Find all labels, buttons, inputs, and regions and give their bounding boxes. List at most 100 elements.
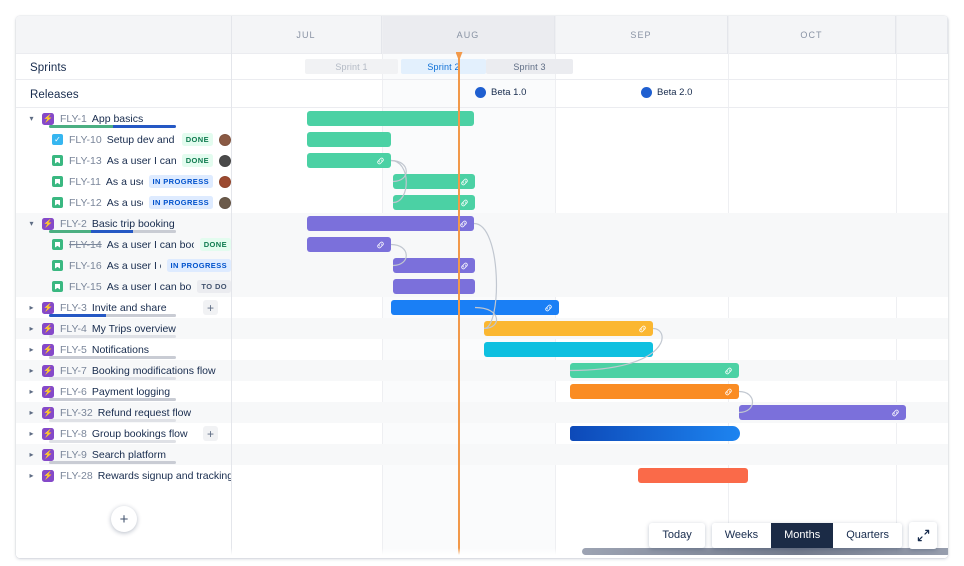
issue-key[interactable]: FLY-7 <box>60 365 87 377</box>
chevron-right-icon[interactable] <box>25 472 38 480</box>
status-badge[interactable]: TO DO <box>197 280 231 293</box>
issue-key[interactable]: FLY-16 <box>69 260 102 272</box>
gantt-bar[interactable] <box>307 153 391 168</box>
issue-key[interactable]: FLY-12 <box>69 197 102 209</box>
issue-summary[interactable]: As a user I c... <box>107 260 161 272</box>
issue-summary[interactable]: Setup dev and ... <box>107 134 176 146</box>
issue-summary[interactable]: Basic trip booking <box>92 218 175 230</box>
today-button[interactable]: Today <box>649 522 705 549</box>
gantt-bar[interactable] <box>393 174 475 189</box>
chevron-right-icon[interactable] <box>25 304 38 312</box>
gantt-bar[interactable] <box>307 111 474 126</box>
issue-summary[interactable]: Notifications <box>92 344 149 356</box>
gantt-bar[interactable] <box>570 384 739 399</box>
gantt-bar[interactable] <box>484 321 653 336</box>
gantt-bar[interactable] <box>484 342 653 357</box>
issue-key[interactable]: FLY-1 <box>60 113 87 125</box>
issue-row[interactable]: FLY-16 As a user I c... IN PROGRESS <box>16 255 231 276</box>
chevron-right-icon[interactable] <box>25 346 38 354</box>
collapse-diagonal-icon[interactable] <box>909 522 937 549</box>
sprint-pill[interactable]: Sprint 2 <box>401 59 486 74</box>
gantt-bar[interactable] <box>307 237 391 252</box>
issue-summary[interactable]: Refund request flow <box>98 407 191 419</box>
chevron-down-icon[interactable] <box>25 115 38 123</box>
avatar[interactable] <box>219 133 231 146</box>
issue-row[interactable]: FLY-11 As a user... IN PROGRESS <box>16 171 231 192</box>
issue-key[interactable]: FLY-28 <box>60 470 93 482</box>
story-type-icon <box>52 197 63 208</box>
gantt-bar[interactable] <box>393 279 475 294</box>
issue-row[interactable]: FLY-13 As a user I can ... DONE <box>16 150 231 171</box>
issue-summary[interactable]: Rewards signup and tracking <box>98 470 231 482</box>
sprint-pill[interactable]: Sprint 1 <box>305 59 398 74</box>
issue-summary[interactable]: Payment logging <box>92 386 170 398</box>
quarters-button[interactable]: Quarters <box>833 522 902 549</box>
status-badge[interactable]: IN PROGRESS <box>148 175 213 188</box>
issue-summary[interactable]: As a use... <box>107 197 143 209</box>
status-badge[interactable]: IN PROGRESS <box>148 196 213 209</box>
chevron-down-icon[interactable] <box>25 220 38 228</box>
issue-key[interactable]: FLY-8 <box>60 428 87 440</box>
issue-summary[interactable]: As a user I can ... <box>107 155 176 167</box>
gantt-bar[interactable] <box>307 132 391 147</box>
gantt-bar[interactable] <box>638 468 748 483</box>
progress-segment <box>106 314 176 317</box>
sprint-pill[interactable]: Sprint 3 <box>486 59 573 74</box>
chevron-right-icon[interactable] <box>25 409 38 417</box>
chevron-right-icon[interactable] <box>25 430 38 438</box>
issue-key[interactable]: FLY-15 <box>69 281 102 293</box>
gantt-bar[interactable] <box>307 216 474 231</box>
issue-key[interactable]: FLY-32 <box>60 407 93 419</box>
progress-segment <box>112 125 176 128</box>
issue-row[interactable]: ✓ FLY-10 Setup dev and ... DONE <box>16 129 231 150</box>
release-marker[interactable]: Beta 1.0 <box>475 87 526 98</box>
weeks-button[interactable]: Weeks <box>711 522 772 549</box>
timeline-row <box>231 255 948 276</box>
issue-row[interactable]: FLY-14 As a user I can book... DONE <box>16 234 231 255</box>
issue-summary[interactable]: Booking modifications flow <box>92 365 216 377</box>
horizontal-scrollbar[interactable] <box>582 548 948 555</box>
issue-row[interactable]: FLY-15 As a user I can boo... TO DO <box>16 276 231 297</box>
issue-key[interactable]: FLY-14 <box>69 239 102 251</box>
status-badge[interactable]: DONE <box>181 133 213 146</box>
issue-key[interactable]: FLY-9 <box>60 449 87 461</box>
status-badge[interactable]: DONE <box>199 238 231 251</box>
chevron-right-icon[interactable] <box>25 388 38 396</box>
issue-key[interactable]: FLY-5 <box>60 344 87 356</box>
issue-key[interactable]: FLY-2 <box>60 218 87 230</box>
gantt-bar[interactable] <box>570 426 740 441</box>
issue-key[interactable]: FLY-13 <box>69 155 102 167</box>
status-badge[interactable]: DONE <box>181 154 213 167</box>
gantt-bar[interactable] <box>391 300 559 315</box>
issue-summary[interactable]: As a user I can book... <box>107 239 194 251</box>
avatar[interactable] <box>219 175 231 188</box>
gantt-bar[interactable] <box>739 405 906 420</box>
add-row-button[interactable]: + <box>111 506 137 532</box>
avatar[interactable] <box>219 196 231 209</box>
issue-summary[interactable]: Group bookings flow <box>92 428 188 440</box>
epic-row[interactable]: ⚡ FLY-28 Rewards signup and tracking <box>16 465 231 486</box>
avatar[interactable] <box>219 154 231 167</box>
chevron-right-icon[interactable] <box>25 325 38 333</box>
gantt-bar[interactable] <box>570 363 739 378</box>
issue-summary[interactable]: App basics <box>92 113 143 125</box>
issue-key[interactable]: FLY-4 <box>60 323 87 335</box>
issue-summary[interactable]: My Trips overview <box>92 323 176 335</box>
months-button[interactable]: Months <box>771 522 834 549</box>
issue-summary[interactable]: As a user I can boo... <box>107 281 192 293</box>
issue-key[interactable]: FLY-10 <box>69 134 102 146</box>
status-badge[interactable]: IN PROGRESS <box>166 259 231 272</box>
chevron-right-icon[interactable] <box>25 451 38 459</box>
chevron-right-icon[interactable] <box>25 367 38 375</box>
issue-key[interactable]: FLY-11 <box>69 176 101 188</box>
issue-summary[interactable]: As a user... <box>106 176 143 188</box>
gantt-bar[interactable] <box>393 195 475 210</box>
issue-row[interactable]: FLY-12 As a use... IN PROGRESS <box>16 192 231 213</box>
issue-key[interactable]: FLY-3 <box>60 302 87 314</box>
release-marker[interactable]: Beta 2.0 <box>641 87 692 98</box>
issue-key[interactable]: FLY-6 <box>60 386 87 398</box>
issue-summary[interactable]: Search platform <box>92 449 166 461</box>
month-header-cell <box>896 16 948 54</box>
gantt-bar[interactable] <box>393 258 475 273</box>
issue-summary[interactable]: Invite and share <box>92 302 167 314</box>
